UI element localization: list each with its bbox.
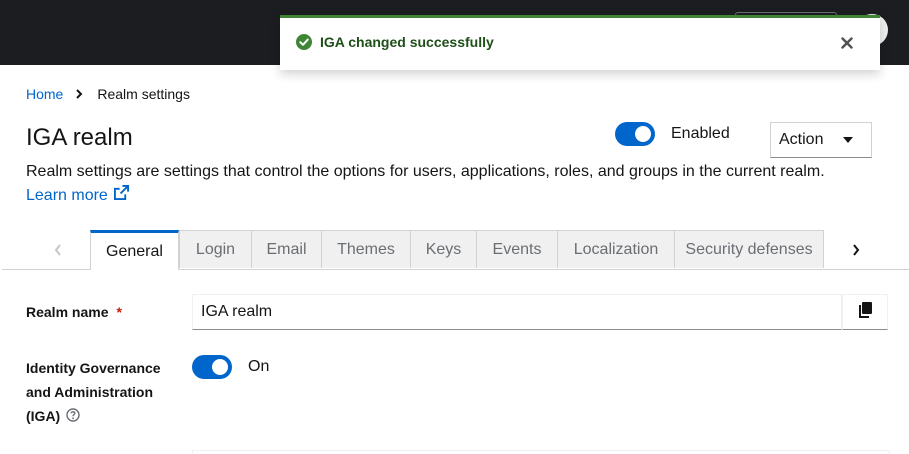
alert-title: IGA changed successfully: [320, 34, 494, 50]
realm-name-label-text: Realm name: [26, 304, 109, 320]
tab-general[interactable]: General: [90, 230, 179, 270]
tab-bar: General Login Email Themes Keys Events L…: [2, 230, 909, 270]
chevron-left-icon[interactable]: [48, 240, 68, 260]
realm-name-input[interactable]: IGA realm: [192, 294, 842, 330]
description-text: Realm settings are settings that control…: [26, 163, 825, 180]
action-dropdown[interactable]: Action: [770, 122, 872, 158]
realm-enabled-switch[interactable]: [615, 122, 655, 146]
tab-events[interactable]: Events: [476, 230, 558, 268]
iga-label-line-1: Identity Governance: [26, 360, 161, 376]
copy-icon: [858, 301, 872, 323]
action-dropdown-label: Action: [779, 131, 824, 148]
help-icon[interactable]: [66, 405, 80, 429]
success-alert: IGA changed successfully: [280, 15, 880, 70]
breadcrumb: Home Realm settings: [26, 86, 190, 102]
iga-state-label: On: [248, 358, 270, 375]
chevron-right-icon: [75, 89, 85, 99]
learn-more-text-1: Learn: [26, 187, 67, 205]
realm-name-label: Realm name *: [26, 304, 122, 320]
check-circle-icon: [296, 34, 312, 50]
next-field-input[interactable]: [192, 450, 890, 454]
tab-login[interactable]: Login: [179, 230, 252, 268]
copy-button[interactable]: [842, 294, 888, 330]
external-link-icon: [113, 184, 129, 208]
tab-email[interactable]: Email: [251, 230, 322, 268]
required-marker: *: [116, 304, 122, 320]
page-description: Realm settings are settings that control…: [26, 160, 886, 208]
realm-name-value: IGA realm: [201, 303, 273, 320]
enabled-label: Enabled: [671, 125, 730, 142]
iga-switch[interactable]: [192, 355, 232, 379]
iga-label: Identity Governance and Administration (…: [26, 356, 161, 429]
tab-security-defenses[interactable]: Security defenses: [674, 230, 824, 268]
tab-keys[interactable]: Keys: [410, 230, 477, 268]
chevron-right-icon[interactable]: [846, 240, 866, 260]
switch-knob: [635, 126, 651, 142]
learn-more-link[interactable]: Learn more: [26, 185, 129, 205]
iga-label-line-2: and Administration: [26, 384, 154, 400]
switch-knob: [212, 359, 228, 375]
page-title: IGA realm: [26, 124, 133, 151]
breadcrumb-current: Realm settings: [97, 86, 190, 102]
breadcrumb-home-link[interactable]: Home: [26, 86, 63, 102]
learn-more-text-2: more: [71, 187, 108, 205]
tab-themes[interactable]: Themes: [321, 230, 411, 268]
iga-label-line-3: (IGA): [26, 408, 61, 424]
close-icon[interactable]: [836, 32, 858, 54]
caret-down-icon: [843, 137, 853, 143]
tab-localization[interactable]: Localization: [557, 230, 675, 268]
